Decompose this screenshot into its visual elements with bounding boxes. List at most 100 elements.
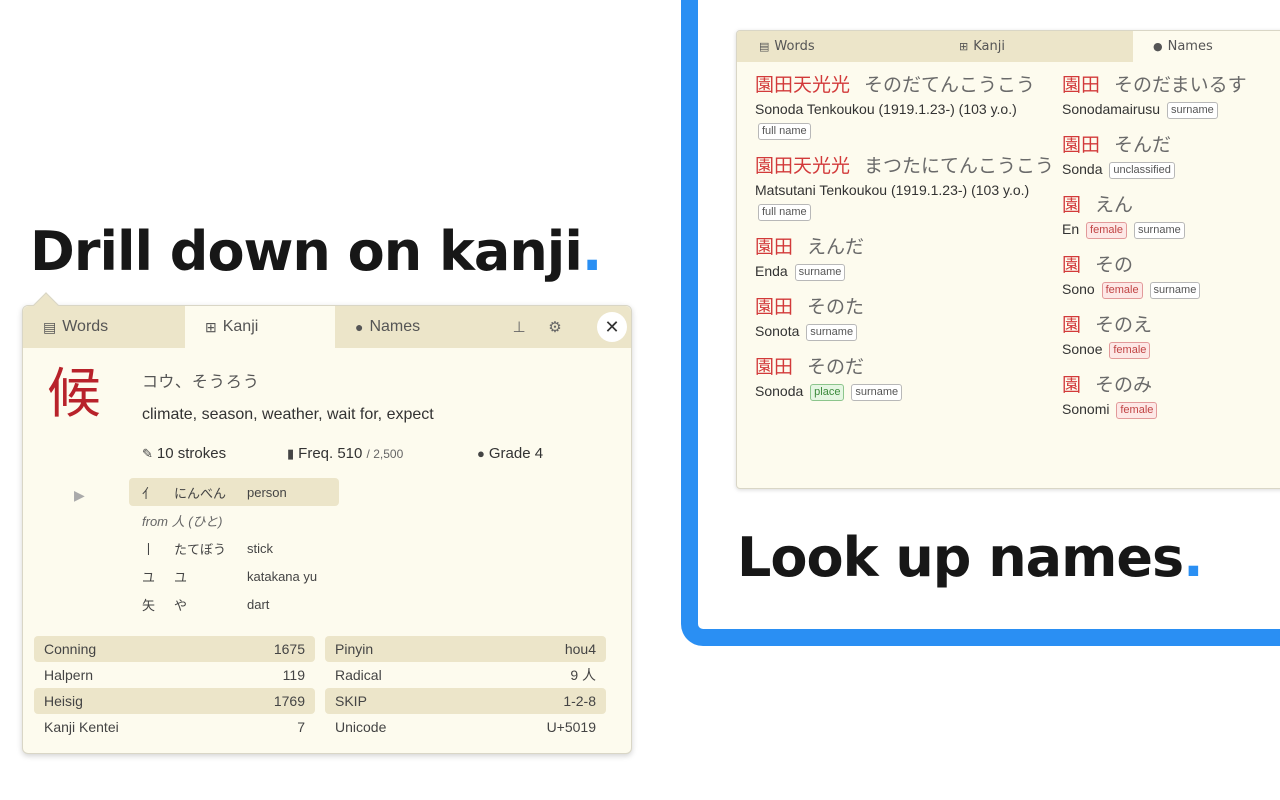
reference-value: 7: [297, 719, 305, 735]
name-tag-female: female: [1101, 282, 1143, 299]
reference-value: 1769: [273, 693, 305, 709]
stroke-count-label: 10 strokes: [156, 445, 227, 462]
name-kana: その: [1095, 254, 1134, 276]
kanji-components: 亻 にんべん person from 人 (ひと) 丨 たてぼう stick ユ…: [129, 478, 339, 618]
kanji-character: 候: [47, 362, 101, 425]
kanji-icon: ⊞: [205, 318, 217, 335]
name-entry: 園えん En female surname: [1062, 192, 1280, 240]
kanji-meanings: climate, season, weather, wait for, expe…: [142, 406, 434, 423]
reference-value: 119: [282, 667, 305, 683]
headline-look-up-names: Look up names.: [737, 526, 1204, 589]
name-tag-surname: surname: [794, 264, 846, 281]
name-romaji: Sonota: [755, 323, 800, 339]
kanji-icon: ⊞: [959, 40, 969, 53]
name-entry-heading: 園田 そのだ: [755, 354, 1062, 381]
name-entry: 園田 そのた Sonota surname: [755, 294, 1062, 342]
settings-icon[interactable]: ⚙: [537, 306, 573, 348]
name-kanji: 園: [1062, 374, 1082, 396]
kanji-popup-tabs: ▤ Words ⊞ Kanji ● Names ⊥ ⚙ ✕: [23, 306, 631, 348]
name-kanji: 園: [1062, 314, 1082, 336]
component-reading: たてぼう: [174, 541, 227, 557]
frequency-total: / 2,500: [366, 447, 404, 461]
component-meaning: stick: [247, 540, 273, 556]
name-romaji-line: Sonomi female: [1062, 399, 1280, 420]
name-tag-full-name: full name: [758, 204, 811, 221]
component-row: 亻 にんべん person: [129, 478, 339, 506]
name-kana: そのだてんこうこう: [864, 74, 1036, 96]
names-popup-tabs: ▤ Words ⊞ Kanji ● Names: [737, 31, 1280, 62]
book-icon: ▤: [43, 318, 57, 335]
name-entry-heading: 園田天光光 まつたにてんこうこう: [755, 153, 1062, 180]
reference-row: Heisig 1769: [34, 688, 315, 714]
reference-value: hou4: [564, 641, 596, 657]
tab-kanji-label: Kanji: [222, 318, 259, 335]
tab-names[interactable]: ● Names: [1133, 31, 1280, 62]
kanji-popup: ▤ Words ⊞ Kanji ● Names ⊥ ⚙ ✕ 候 ▶ コウ、そうろ…: [22, 292, 632, 754]
reference-row: Pinyin hou4: [325, 636, 606, 662]
name-romaji-line: Sonodamairusu surname: [1062, 99, 1280, 120]
name-romaji-line: Sonota surname: [755, 321, 1062, 342]
reference-label: Heisig: [44, 693, 83, 709]
name-tag-place: place: [810, 384, 845, 401]
component-meaning: person: [247, 484, 287, 500]
name-entry-heading: 園そのえ: [1062, 312, 1280, 339]
reference-value: U+5019: [546, 719, 596, 735]
tab-kanji[interactable]: ⊞ Kanji: [937, 31, 1133, 62]
play-stroke-animation-icon[interactable]: ▶: [74, 488, 85, 504]
name-kana: そんだ: [1114, 134, 1172, 156]
name-entry: 園田 そんだ Sonda unclassified: [1062, 132, 1280, 180]
name-romaji: Sonodamairusu: [1062, 101, 1161, 117]
name-tag-surname: surname: [806, 324, 858, 341]
name-romaji-line: Sonda unclassified: [1062, 159, 1280, 180]
name-romaji: Sonoe: [1062, 341, 1103, 357]
name-tag-full-name: full name: [758, 123, 811, 140]
tab-words-label: Words: [774, 39, 815, 54]
component-row: 丨 たてぼう stick: [129, 534, 339, 562]
name-kana: そのだまいるす: [1114, 74, 1247, 96]
headline-dot: .: [1183, 526, 1203, 589]
name-entry-heading: 園田 えんだ: [755, 234, 1062, 261]
tab-words[interactable]: ▤ Words: [23, 306, 185, 348]
name-kanji: 園田: [755, 356, 794, 378]
component-reading: や: [174, 597, 188, 613]
component-meaning: katakana yu: [247, 568, 318, 584]
reference-label: Conning: [44, 641, 97, 657]
reference-label: Kanji Kentei: [44, 719, 119, 735]
tab-names-label: Names: [369, 318, 421, 335]
kanji-readings: コウ、そうろう: [142, 372, 260, 391]
tab-names[interactable]: ● Names: [335, 306, 501, 348]
pin-icon[interactable]: ⊥: [501, 306, 537, 348]
name-kana: そのた: [807, 296, 865, 318]
component-reading: にんべん: [174, 485, 227, 501]
headline-kanji-text: Drill down on kanji: [30, 220, 583, 283]
component-radical: 丨: [142, 541, 156, 557]
name-kanji: 園田: [755, 296, 794, 318]
name-entry-heading: 園田 そのた: [755, 294, 1062, 321]
component-radical: 亻: [142, 485, 156, 501]
tab-words-label: Words: [62, 318, 109, 335]
reference-row: Conning 1675: [34, 636, 315, 662]
tab-words[interactable]: ▤ Words: [737, 31, 937, 62]
tab-kanji[interactable]: ⊞ Kanji: [185, 306, 335, 348]
reference-row: SKIP 1-2-8: [325, 688, 606, 714]
reference-label: Unicode: [335, 719, 387, 735]
reference-label: Halpern: [44, 667, 94, 683]
reference-row: Unicode U+5019: [325, 714, 606, 740]
reference-value: 1675: [273, 641, 305, 657]
name-entry: 園そのみ Sonomi female: [1062, 372, 1280, 420]
pencil-icon: ✎: [142, 446, 153, 461]
name-entry-heading: 園田 そんだ: [1062, 132, 1280, 159]
component-origin: from 人 (ひと): [142, 513, 223, 529]
reference-label: SKIP: [335, 693, 367, 709]
name-kanji: 園田: [1062, 134, 1101, 156]
name-kanji: 園: [1062, 254, 1082, 276]
name-entry-heading: 園その: [1062, 252, 1280, 279]
close-icon[interactable]: ✕: [597, 312, 627, 342]
tab-names-label: Names: [1167, 39, 1213, 54]
name-tag-surname: surname: [1133, 222, 1185, 239]
name-kana: そのえ: [1095, 314, 1153, 336]
name-romaji-line: Sonoda Tenkoukou (1919.1.23-) (103 y.o.)…: [755, 99, 1062, 141]
name-entry: 園田 そのだまいるす Sonodamairusu surname: [1062, 72, 1280, 120]
reference-row: Radical 9 人: [325, 662, 606, 688]
name-tag-unclassified: unclassified: [1109, 162, 1175, 179]
